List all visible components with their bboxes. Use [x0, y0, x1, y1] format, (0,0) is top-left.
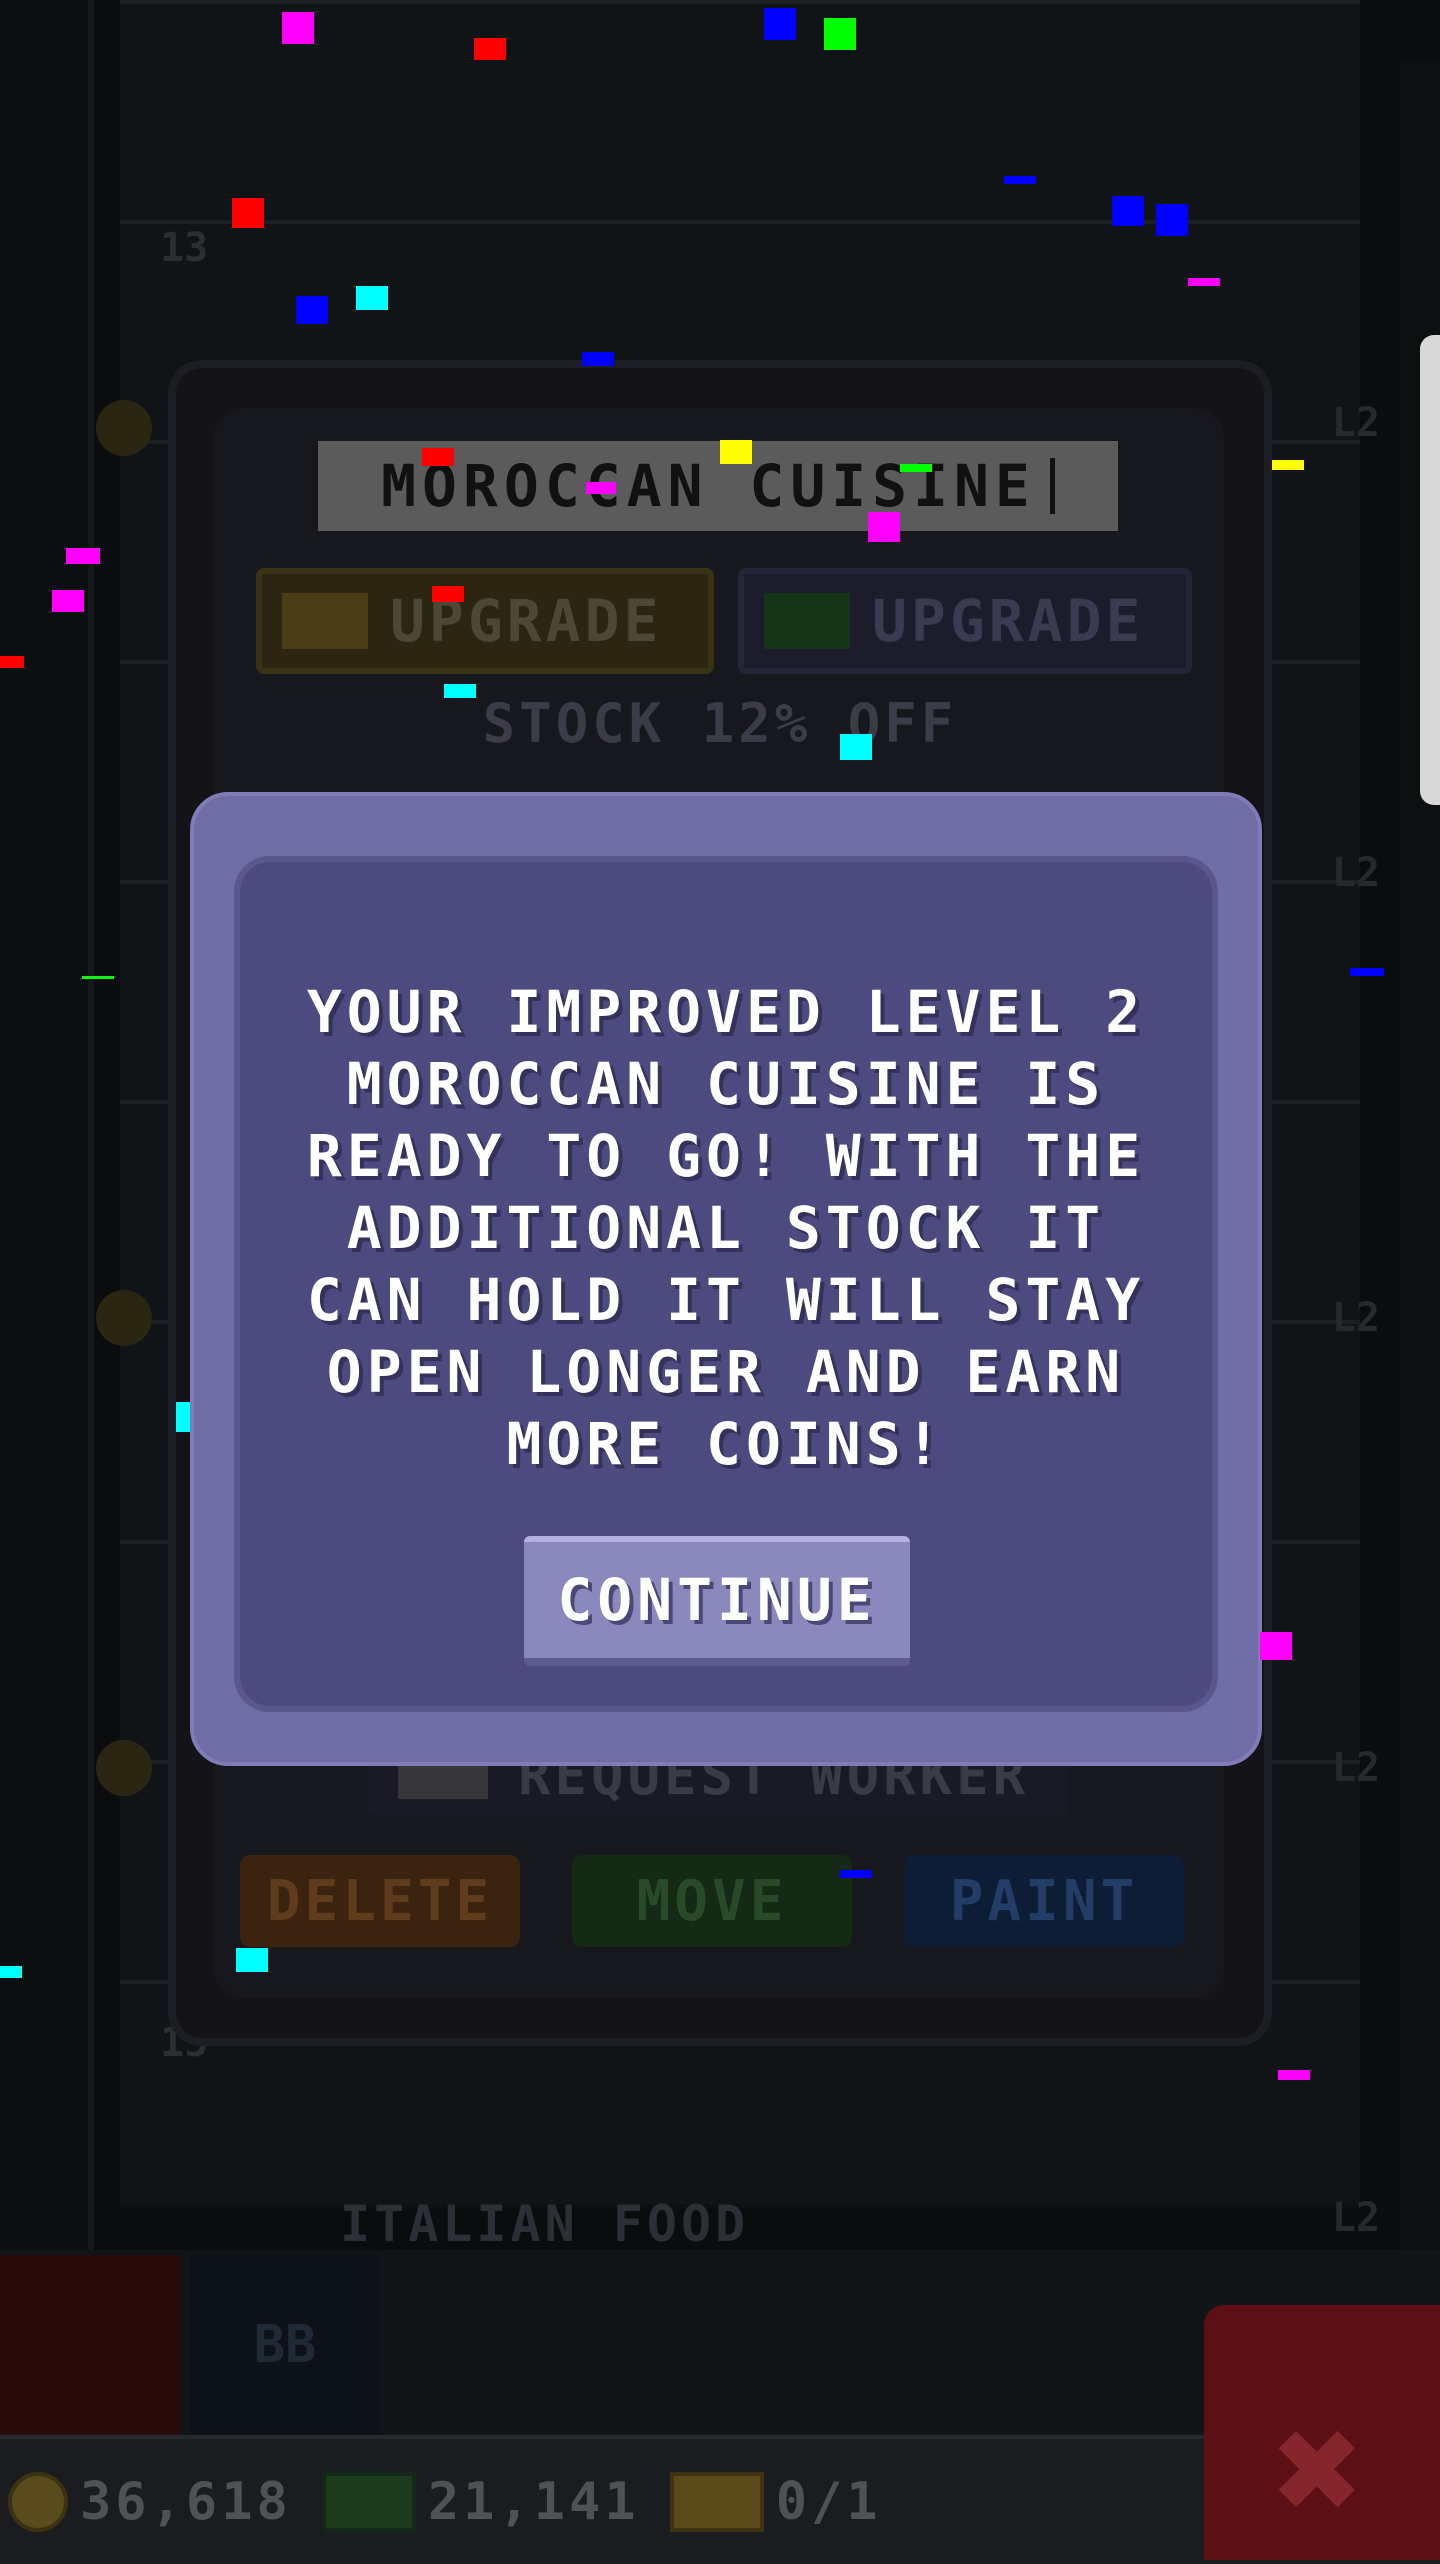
upgrade-complete-dialog: YOUR IMPROVED LEVEL 2 MOROCCAN CUISINE I… [190, 792, 1262, 1766]
confetti-piece [1156, 204, 1188, 236]
confetti-piece [432, 586, 464, 602]
confetti-piece [1188, 278, 1220, 286]
coins-value: 36,618 [80, 2471, 292, 2532]
level-badge: L2 [1331, 2195, 1380, 2241]
confetti-piece [1260, 1632, 1292, 1660]
confetti-piece [900, 464, 932, 472]
elevator-control[interactable] [0, 2255, 180, 2435]
confetti-piece [1272, 460, 1304, 470]
confetti-piece [0, 656, 24, 668]
cash-icon [764, 593, 850, 649]
confetti-piece [1004, 176, 1036, 184]
upgrade-label: UPGRADE [390, 587, 663, 655]
dialog-message: YOUR IMPROVED LEVEL 2 MOROCCAN CUISINE I… [306, 978, 1146, 1478]
coins-display: 36,618 [8, 2471, 292, 2532]
confetti-piece [82, 976, 114, 979]
confetti-piece [1278, 2070, 1310, 2080]
upgrade-with-tickets-button[interactable]: UPGRADE [256, 568, 714, 674]
continue-button[interactable]: CONTINUE [524, 1536, 910, 1666]
close-button[interactable]: ✖ [1204, 2305, 1440, 2560]
confetti-piece [582, 352, 614, 366]
level-badge: L2 [1331, 1745, 1380, 1791]
level-badge: L2 [1331, 1295, 1380, 1341]
confetti-piece [66, 548, 100, 564]
cash-value: 21,141 [427, 2471, 640, 2532]
cash-icon [321, 2471, 416, 2532]
confetti-piece [840, 1870, 872, 1878]
confetti-piece [824, 18, 856, 50]
ticket-icon [282, 593, 368, 649]
scroll-handle[interactable] [1420, 335, 1440, 805]
coin-icon [96, 400, 152, 456]
italian-food-label: ITALIAN FOOD [340, 2195, 750, 2253]
coin-icon [96, 1290, 152, 1346]
tickets-display: 0/1 [669, 2471, 882, 2532]
confetti-piece [840, 734, 872, 760]
confetti-piece [764, 8, 796, 40]
close-icon: ✖ [1274, 2383, 1365, 2557]
basement-button[interactable]: BB [190, 2255, 380, 2435]
confetti-piece [232, 198, 264, 228]
confetti-piece [1112, 196, 1144, 226]
delete-button[interactable]: DELETE [240, 1855, 520, 1947]
ticket-icon [669, 2471, 764, 2532]
coin-icon [96, 1740, 152, 1796]
confetti-piece [356, 286, 388, 310]
continue-label: CONTINUE [557, 1566, 877, 1634]
level-badge: L2 [1331, 400, 1380, 446]
confetti-piece [444, 684, 476, 698]
confetti-piece [0, 1966, 22, 1978]
upgrade-with-cash-button[interactable]: UPGRADE [738, 568, 1192, 674]
paint-button[interactable]: PAINT [904, 1855, 1184, 1947]
confetti-piece [296, 296, 328, 324]
upgrade-label: UPGRADE [872, 587, 1145, 655]
text-caret [1049, 458, 1055, 514]
confetti-piece [176, 1402, 190, 1432]
confetti-piece [282, 12, 314, 44]
confetti-piece [422, 448, 454, 466]
confetti-piece [586, 482, 616, 494]
level-badge: L2 [1331, 850, 1380, 896]
confetti-piece [474, 38, 506, 60]
cash-display: 21,141 [321, 2471, 640, 2532]
store-name-text: MOROCCAN CUISINE [381, 452, 1036, 520]
stock-discount-note: STOCK 12% OFF [482, 692, 958, 755]
tickets-value: 0/1 [775, 2471, 882, 2532]
move-button[interactable]: MOVE [572, 1855, 852, 1947]
confetti-piece [1350, 968, 1384, 976]
elevator-shaft [0, 0, 94, 2440]
confetti-piece [236, 1948, 268, 1972]
confetti-piece [720, 440, 752, 464]
floor-number: 13 [160, 225, 209, 271]
confetti-piece [868, 512, 900, 542]
coin-icon [8, 2471, 68, 2532]
confetti-piece [52, 590, 84, 612]
